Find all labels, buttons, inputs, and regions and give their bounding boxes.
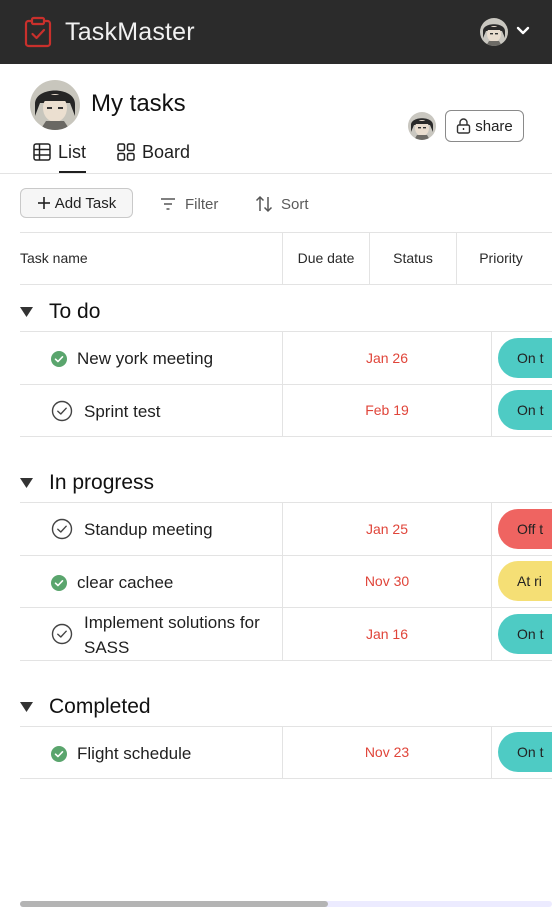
tab-board[interactable]: Board [117, 140, 190, 174]
filter-button[interactable]: Filter [159, 192, 218, 216]
grid-icon [117, 143, 135, 161]
task-name[interactable]: Standup meeting [84, 517, 213, 542]
app-title: TaskMaster [65, 18, 195, 46]
chevron-down-icon[interactable] [516, 26, 530, 36]
due-date[interactable]: Jan 26 [283, 350, 491, 366]
check-circle-outline-icon[interactable] [51, 518, 73, 540]
column-header-task-name[interactable]: Task name [20, 232, 88, 284]
header-divider [0, 173, 552, 174]
page-title: My tasks [91, 90, 186, 117]
column-header-due-date[interactable]: Due date [282, 232, 370, 284]
cell-divider [491, 608, 492, 660]
table-icon [33, 143, 51, 161]
due-date[interactable]: Nov 23 [283, 744, 491, 760]
sort-label: Sort [281, 195, 309, 213]
status-pill[interactable]: On t [498, 338, 552, 378]
status-pill[interactable]: At ri [498, 561, 552, 601]
add-task-label: Add Task [54, 194, 117, 212]
group-header-in-progress[interactable]: In progress [20, 471, 154, 495]
group-title: In progress [49, 471, 155, 494]
row-divider [20, 660, 552, 661]
status-pill[interactable]: On t [498, 732, 552, 772]
column-header-status[interactable]: Status [369, 232, 457, 284]
tab-list-label: List [58, 142, 87, 162]
plus-icon [37, 197, 50, 209]
task-name[interactable]: New york meeting [77, 346, 213, 371]
task-name-line: SASS [84, 638, 130, 657]
status-pill[interactable]: On t [498, 390, 552, 430]
group-header-to-do[interactable]: To do [20, 300, 100, 324]
task-name[interactable]: Sprint test [84, 399, 161, 424]
group-header-completed[interactable]: Completed [20, 695, 151, 719]
share-label: share [475, 117, 513, 135]
check-circle-outline-icon[interactable] [51, 623, 73, 645]
status-pill[interactable]: On t [498, 614, 552, 654]
check-circle-filled-icon[interactable] [51, 351, 67, 367]
user-avatar[interactable] [480, 18, 508, 46]
lock-icon [457, 118, 471, 134]
member-avatar[interactable] [408, 112, 436, 140]
cell-divider [491, 385, 492, 436]
due-date[interactable]: Feb 19 [283, 402, 491, 418]
tab-list[interactable]: List [33, 140, 86, 174]
sort-icon [255, 195, 273, 213]
task-name[interactable]: Implement solutions for SASS [84, 610, 260, 660]
due-date[interactable]: Jan 25 [283, 521, 491, 537]
due-date[interactable]: Nov 30 [283, 573, 491, 589]
filter-icon [161, 198, 175, 210]
page-avatar [30, 80, 80, 130]
caret-down-icon[interactable] [20, 702, 33, 712]
cell-divider [491, 727, 492, 778]
caret-down-icon[interactable] [20, 478, 33, 488]
status-pill[interactable]: Off t [498, 509, 552, 549]
group-title: To do [49, 300, 101, 323]
sort-button[interactable]: Sort [255, 192, 309, 216]
tab-board-label: Board [142, 142, 191, 162]
row-divider [20, 778, 552, 779]
cell-divider [491, 332, 492, 384]
app-bar: TaskMaster [0, 0, 552, 64]
cell-divider [491, 503, 492, 555]
task-name-line: Implement solutions for [84, 613, 260, 632]
due-date[interactable]: Jan 16 [283, 626, 491, 642]
row-divider [20, 436, 552, 437]
clipboard-check-icon[interactable] [24, 16, 52, 48]
cell-divider [491, 556, 492, 607]
table-header-bottom-border [20, 284, 552, 285]
check-circle-filled-icon[interactable] [51, 575, 67, 591]
check-circle-filled-icon[interactable] [51, 746, 67, 762]
task-name[interactable]: Flight schedule [77, 741, 191, 766]
column-header-priority[interactable]: Priority [456, 232, 546, 284]
filter-label: Filter [185, 195, 219, 213]
add-task-button[interactable]: Add Task [20, 188, 133, 218]
share-button[interactable]: share [445, 110, 524, 142]
check-circle-outline-icon[interactable] [51, 400, 73, 422]
group-title: Completed [49, 695, 151, 718]
horizontal-scrollbar-thumb[interactable] [20, 901, 328, 907]
caret-down-icon[interactable] [20, 307, 33, 317]
task-name[interactable]: clear cachee [77, 570, 173, 595]
